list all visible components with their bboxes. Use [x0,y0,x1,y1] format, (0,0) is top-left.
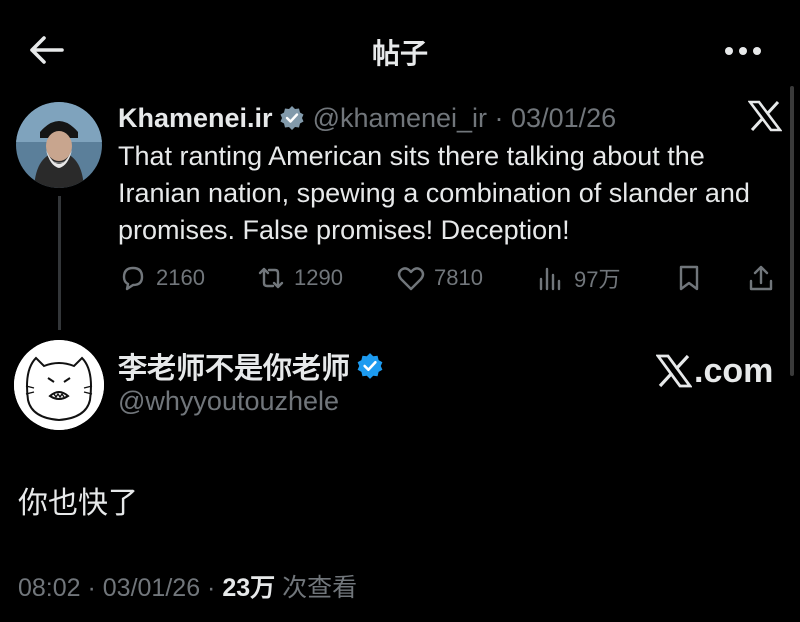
thread-line [58,196,61,330]
author-avatar[interactable] [14,340,104,430]
quoted-post-header: Khamenei.ir @khamenei_ir · 03/01/26 [118,98,616,138]
bookmark-button[interactable] [674,258,712,298]
views-button[interactable]: 97万 [536,258,620,298]
quoted-handle-date: @khamenei_ir · 03/01/26 [312,102,617,133]
author-name[interactable]: 李老师不是你老师 [118,345,350,387]
like-count: 7810 [434,265,483,290]
action-bar: 2160 1290 7810 97万 [118,258,788,298]
scrollbar[interactable] [790,86,794,376]
post-footer: 08:02 · 03/01/26 · 23万 次查看 [18,568,357,604]
repost-icon [258,267,284,289]
reply-button[interactable]: 2160 [118,258,205,298]
quoted-author-avatar[interactable] [16,102,102,188]
post-header: 李老师不是你老师 [118,346,384,386]
post-views-label: 次查看 [275,574,358,602]
author-handle[interactable]: @whyyoutouzhele [118,386,339,417]
share-icon [749,265,773,291]
heart-icon [397,267,425,291]
post-views-count: 23万 [222,574,276,602]
repost-count: 1290 [294,265,343,290]
like-button[interactable]: 7810 [396,258,483,298]
comment-icon [122,266,144,291]
verified-badge-icon [357,353,383,379]
x-logo-icon [747,100,783,132]
x-com-text: .com [694,351,774,390]
views-chart-icon [539,267,561,291]
views-count: 97万 [574,267,621,292]
header: 帖子 [0,0,800,100]
post-text: 你也快了 [18,487,138,520]
bookmark-icon [679,265,699,291]
more-options-button[interactable] [720,34,766,68]
reply-count: 2160 [156,265,205,290]
x-com-badge: .com [656,350,773,392]
page-title: 帖子 [371,38,428,69]
verified-badge-icon [280,106,304,130]
repost-button[interactable]: 1290 [256,258,343,298]
more-dots-icon [725,47,761,55]
quoted-post-text: That ranting American sits there talking… [118,141,750,245]
post-timestamp[interactable]: 08:02 · 03/01/26 · [18,574,222,602]
x-logo-icon [656,354,692,388]
share-button[interactable] [746,258,784,298]
quoted-author-name[interactable]: Khamenei.ir [118,103,273,134]
